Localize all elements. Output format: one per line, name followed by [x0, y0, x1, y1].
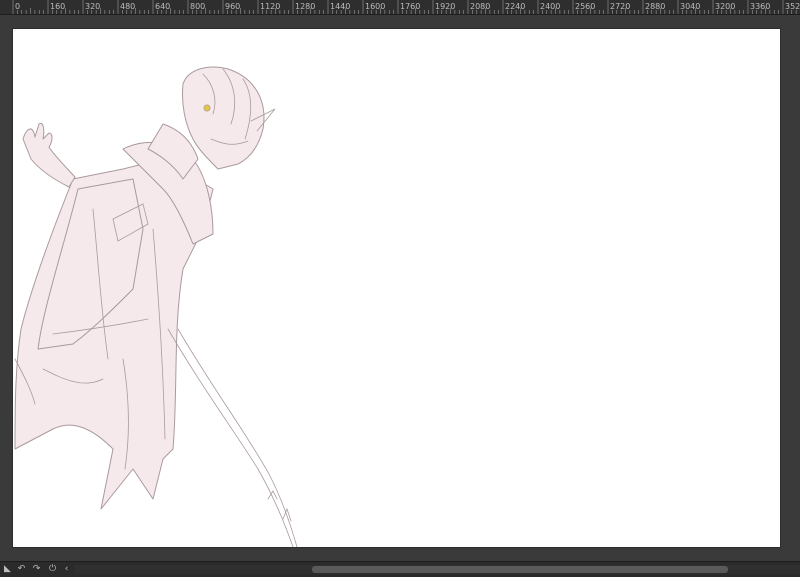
ruler-tick-label: 1440: [330, 2, 350, 11]
ruler-tick-label: 480: [120, 2, 135, 11]
reset-rotation-icon[interactable]: ⏻: [47, 564, 58, 575]
panel-toggle-icon[interactable]: ◣: [2, 564, 13, 575]
ruler-tick-label: 2720: [610, 2, 630, 11]
ruler-tick-label: 2880: [645, 2, 665, 11]
ruler-tick-label: 3040: [680, 2, 700, 11]
ruler-tick-label: 1120: [260, 2, 280, 11]
horizontal-scrollbar-thumb[interactable]: [312, 566, 728, 573]
ruler-tick-label: 320: [85, 2, 100, 11]
rotate-right-icon[interactable]: ↷: [31, 564, 42, 575]
ruler-tick-label: 2240: [505, 2, 525, 11]
ruler-tick-label: 800: [190, 2, 205, 11]
horizontal-scrollbar[interactable]: [74, 565, 800, 574]
ruler-tick-label: 2400: [540, 2, 560, 11]
status-bar: ◣ ↶ ↷ ⏻ ‹: [0, 561, 800, 577]
ruler-tick-label: 960: [225, 2, 240, 11]
ruler-tick-label: 2080: [470, 2, 490, 11]
ruler-tick-label: 1280: [295, 2, 315, 11]
ruler-ticks: 0 160 320 480 640 800 960 1120 1280 1440 1600 1760 1…: [12, 0, 800, 14]
ruler-tick-label: 352: [785, 2, 800, 11]
ruler-tick-label: 0: [15, 2, 20, 11]
ruler-tick-label: 1600: [365, 2, 385, 11]
ruler-tick-label: 160: [50, 2, 65, 11]
horizontal-ruler: 0 160 320 480 640 800 960 1120 1280 1440 1600 1760 1…: [0, 0, 800, 15]
ruler-tick-label: 1760: [400, 2, 420, 11]
drawing-canvas[interactable]: [13, 29, 780, 547]
ruler-tick-label: 640: [155, 2, 170, 11]
flip-icon[interactable]: ‹: [61, 564, 72, 575]
ruler-tick-label: 3360: [750, 2, 770, 11]
ruler-tick-label: 1920: [435, 2, 455, 11]
sketch-artwork: [14, 66, 298, 547]
ruler-tick-label: 2560: [575, 2, 595, 11]
workspace: [0, 15, 800, 561]
ruler-tick-label: 3200: [715, 2, 735, 11]
rotate-left-icon[interactable]: ↶: [16, 564, 27, 575]
